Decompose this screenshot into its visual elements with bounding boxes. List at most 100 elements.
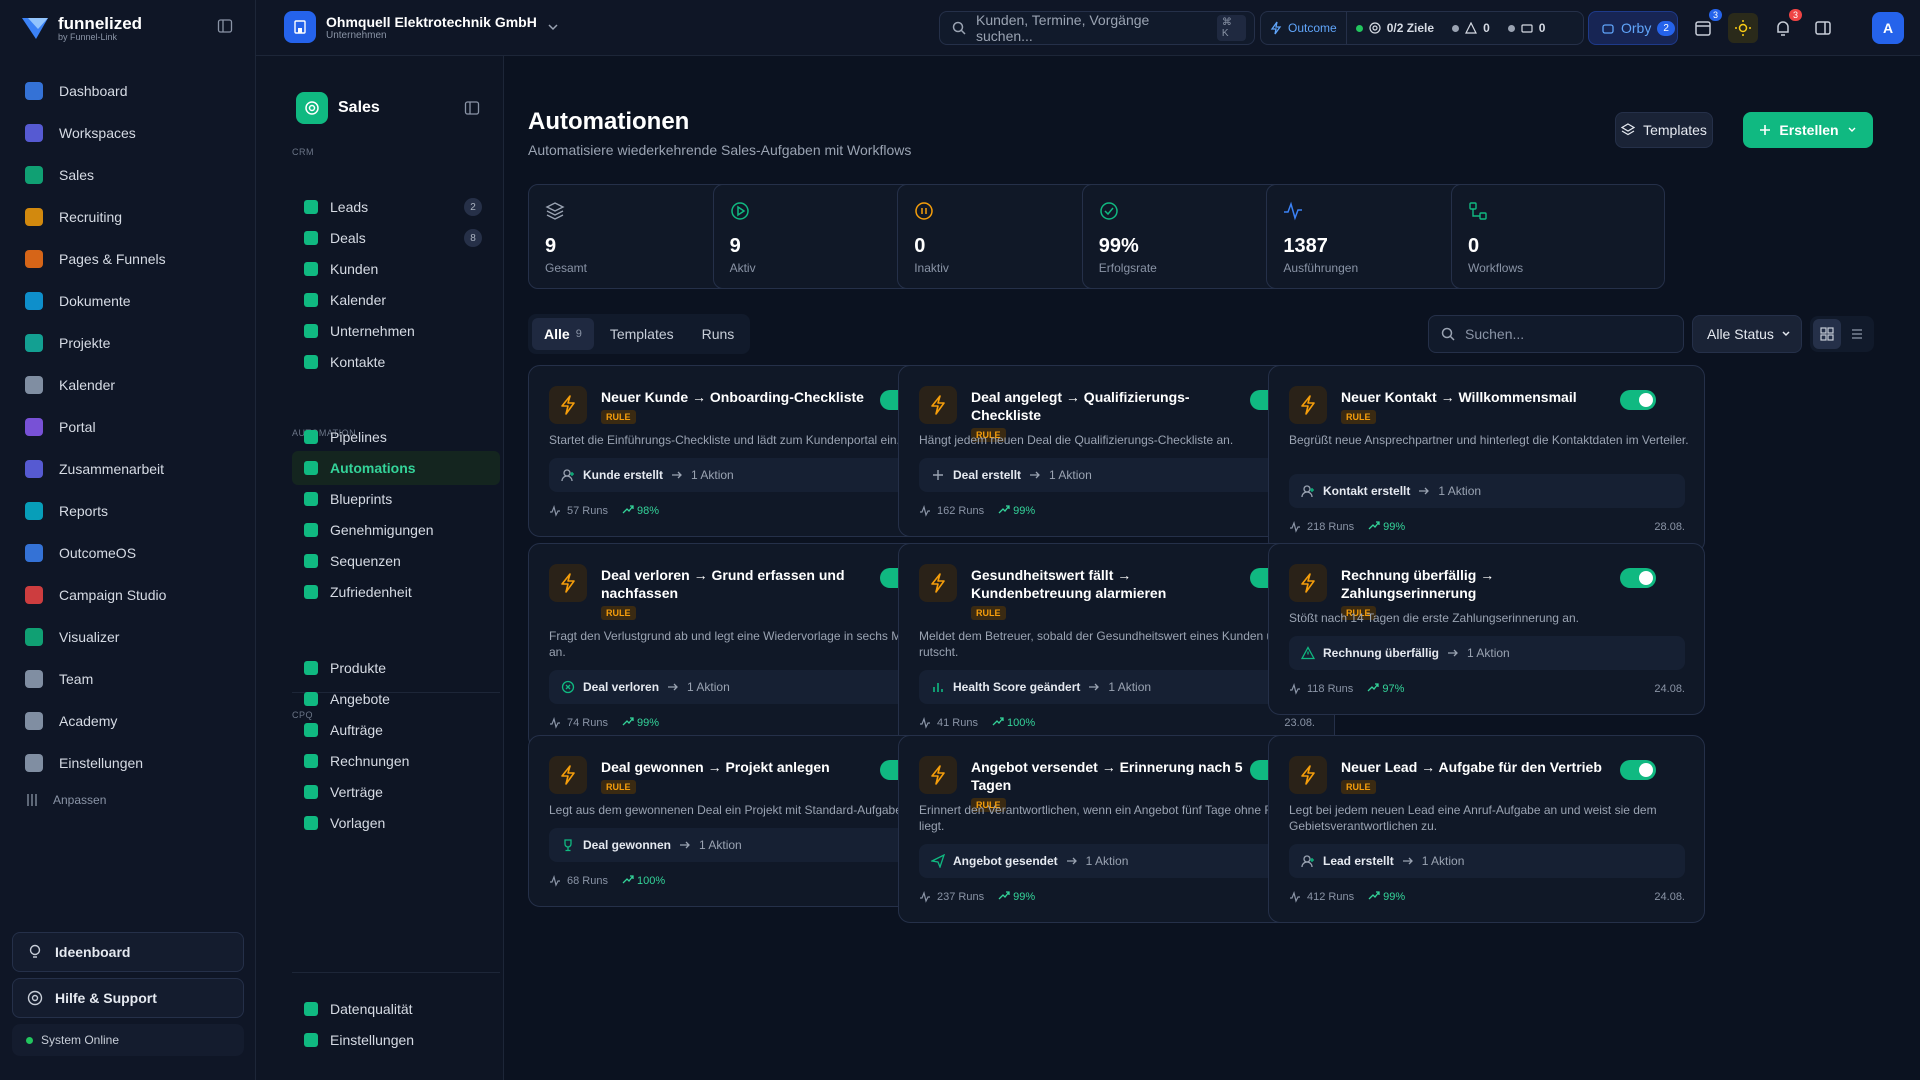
tab-runs[interactable]: Runs	[690, 318, 747, 350]
pause-circle-icon	[914, 201, 934, 221]
sales-nav-label: Sequenzen	[330, 553, 401, 569]
success-rate: 99%	[622, 716, 659, 729]
nav-item-kalender[interactable]: Kalender	[12, 364, 244, 406]
trigger-row[interactable]: Angebot gesendet 1 Aktion	[919, 844, 1315, 878]
trigger-row[interactable]: Rechnung überfällig 1 Aktion	[1289, 636, 1685, 670]
orby-button[interactable]: Orby 2	[1588, 11, 1678, 45]
notifications-button[interactable]: 3	[1768, 9, 1802, 43]
sidebar-collapse-icon[interactable]	[464, 100, 480, 116]
nav-item-outcomeos[interactable]: OutcomeOS	[12, 532, 244, 574]
action-count: 1 Aktion	[1421, 854, 1465, 868]
tab-label: Alle	[544, 326, 570, 342]
nav-item-campaign-studio[interactable]: Campaign Studio	[12, 574, 244, 616]
list-view-button[interactable]	[1843, 319, 1871, 349]
sales-nav-blueprints[interactable]: Blueprints	[292, 482, 500, 516]
status-select[interactable]: Alle Status	[1692, 315, 1802, 353]
sales-nav-automations[interactable]: Automations	[292, 451, 500, 485]
sales-nav-datenqualitaet[interactable]: Datenqualität	[292, 992, 500, 1026]
outcome-button[interactable]: Outcome	[1261, 12, 1347, 44]
warnings-status[interactable]: 0	[1443, 12, 1499, 44]
outcomeos-icon	[25, 544, 43, 562]
sales-nav-vorlagen[interactable]: Vorlagen	[292, 806, 500, 840]
active-toggle[interactable]	[1620, 390, 1656, 410]
grid-view-button[interactable]	[1813, 319, 1841, 349]
sales-nav-zufriedenheit[interactable]: Zufriedenheit	[292, 575, 500, 609]
templates-button[interactable]: Templates	[1615, 112, 1713, 148]
warnings-count: 0	[1483, 21, 1490, 35]
automation-card[interactable]: Rechnung überfällig → Zahlungserinnerung…	[1268, 543, 1705, 715]
trigger-row[interactable]: Kunde erstellt 1 Aktion	[549, 458, 945, 492]
send-icon	[931, 854, 945, 868]
action-count: 1 Aktion	[1085, 854, 1129, 868]
trigger-row[interactable]: Kontakt erstellt 1 Aktion	[1289, 474, 1685, 508]
card-footer: 412 Runs 99% 24.08.	[1289, 890, 1685, 903]
automation-card[interactable]: Neuer Kontakt → Willkommensmail RULE Begrü…	[1268, 365, 1705, 553]
nav-item-recruiting[interactable]: Recruiting	[12, 196, 244, 238]
sales-nav-rechnungen[interactable]: Rechnungen	[292, 744, 500, 778]
nav-item-academy[interactable]: Academy	[12, 700, 244, 742]
goals-status[interactable]: 0/2 Ziele	[1347, 12, 1443, 44]
lightning-icon	[1270, 21, 1282, 35]
automation-search-input[interactable]: Suchen...	[1428, 315, 1684, 353]
calendar-button[interactable]: 3	[1688, 9, 1722, 43]
nav-item-sales[interactable]: Sales	[12, 154, 244, 196]
run-count: 41 Runs	[937, 716, 978, 729]
global-search-input[interactable]: Kunden, Termine, Vorgänge suchen... ⌘ K	[939, 11, 1255, 45]
ideenboard-button[interactable]: Ideenboard	[12, 932, 244, 972]
sales-nav-kunden[interactable]: Kunden	[292, 252, 500, 286]
sales-nav-angebote[interactable]: Angebote	[292, 682, 500, 716]
active-toggle[interactable]	[1620, 568, 1656, 588]
nav-item-zusammenarbeit[interactable]: Zusammenarbeit	[12, 448, 244, 490]
sales-nav-vertraege[interactable]: Verträge	[292, 775, 500, 809]
tab-alle[interactable]: Alle 9	[532, 318, 594, 350]
sales-nav-leads[interactable]: Leads 2	[292, 190, 500, 224]
sales-nav-pipelines[interactable]: Pipelines	[292, 420, 500, 454]
panel-toggle-button[interactable]	[1808, 13, 1838, 43]
sales-nav-einstellungen[interactable]: Einstellungen	[292, 1023, 500, 1057]
topbar: Ohmquell Elektrotechnik GmbH Unternehmen…	[256, 0, 1920, 56]
trigger-row[interactable]: Lead erstellt 1 Aktion	[1289, 844, 1685, 878]
sales-nav-sequenzen[interactable]: Sequenzen	[292, 544, 500, 578]
sales-nav-kontakte[interactable]: Kontakte	[292, 345, 500, 379]
nav-item-label: Visualizer	[59, 629, 120, 645]
sales-nav-kalender[interactable]: Kalender	[292, 283, 500, 317]
sales-nav-produkte[interactable]: Produkte	[292, 651, 500, 685]
automation-card[interactable]: Neuer Lead → Aufgabe für den Vertrieb RUL…	[1268, 735, 1705, 923]
action-count: 1 Aktion	[1108, 680, 1152, 694]
sales-nav-label: Genehmigungen	[330, 522, 434, 538]
nav-item-portal[interactable]: Portal	[12, 406, 244, 448]
nav-item-einstellungen[interactable]: Einstellungen	[12, 742, 244, 784]
sales-nav-deals[interactable]: Deals 8	[292, 221, 500, 255]
sales-nav-label: Datenqualität	[330, 1001, 413, 1017]
nav-item-dashboard[interactable]: Dashboard	[12, 70, 244, 112]
nav-item-workspaces[interactable]: Workspaces	[12, 112, 244, 154]
active-toggle[interactable]	[1620, 760, 1656, 780]
trigger-row[interactable]: Deal gewonnen 1 Aktion	[549, 828, 945, 862]
nav-item-projekte[interactable]: Projekte	[12, 322, 244, 364]
trigger-row[interactable]: Deal verloren 1 Aktion	[549, 670, 945, 704]
sales-nav-genehmigungen[interactable]: Genehmigungen	[292, 513, 500, 547]
create-button[interactable]: Erstellen	[1743, 112, 1873, 148]
nav-item-reports[interactable]: Reports	[12, 490, 244, 532]
help-support-button[interactable]: Hilfe & Support	[12, 978, 244, 1018]
theme-toggle-button[interactable]	[1728, 13, 1758, 43]
tab-templates[interactable]: Templates	[598, 318, 686, 350]
trigger-row[interactable]: Health Score geändert 1 Aktion	[919, 670, 1315, 704]
nav-item-visualizer[interactable]: Visualizer	[12, 616, 244, 658]
nav-item-team[interactable]: Team	[12, 658, 244, 700]
genehmigungen-icon	[304, 523, 318, 537]
user-avatar[interactable]: A	[1872, 12, 1904, 44]
filter-tabs: Alle 9 Templates Runs	[528, 314, 750, 354]
sales-nav-auftraege[interactable]: Aufträge	[292, 713, 500, 747]
sales-nav-label: Unternehmen	[330, 323, 415, 339]
nav-item-dokumente[interactable]: Dokumente	[12, 280, 244, 322]
trigger-row[interactable]: Deal erstellt 1 Aktion	[919, 458, 1315, 492]
sales-nav-unternehmen[interactable]: Unternehmen	[292, 314, 500, 348]
company-switcher[interactable]: Ohmquell Elektrotechnik GmbH Unternehmen	[284, 11, 559, 43]
inbox-status[interactable]: 0	[1499, 12, 1555, 44]
nav-item-pages-funnels[interactable]: Pages & Funnels	[12, 238, 244, 280]
sidebar-collapse-icon[interactable]	[217, 18, 233, 34]
brand-logo[interactable]: funnelized by Funnel-Link	[20, 10, 142, 46]
customize-button[interactable]: Anpassen	[12, 784, 244, 816]
trend-up-icon	[998, 504, 1010, 514]
